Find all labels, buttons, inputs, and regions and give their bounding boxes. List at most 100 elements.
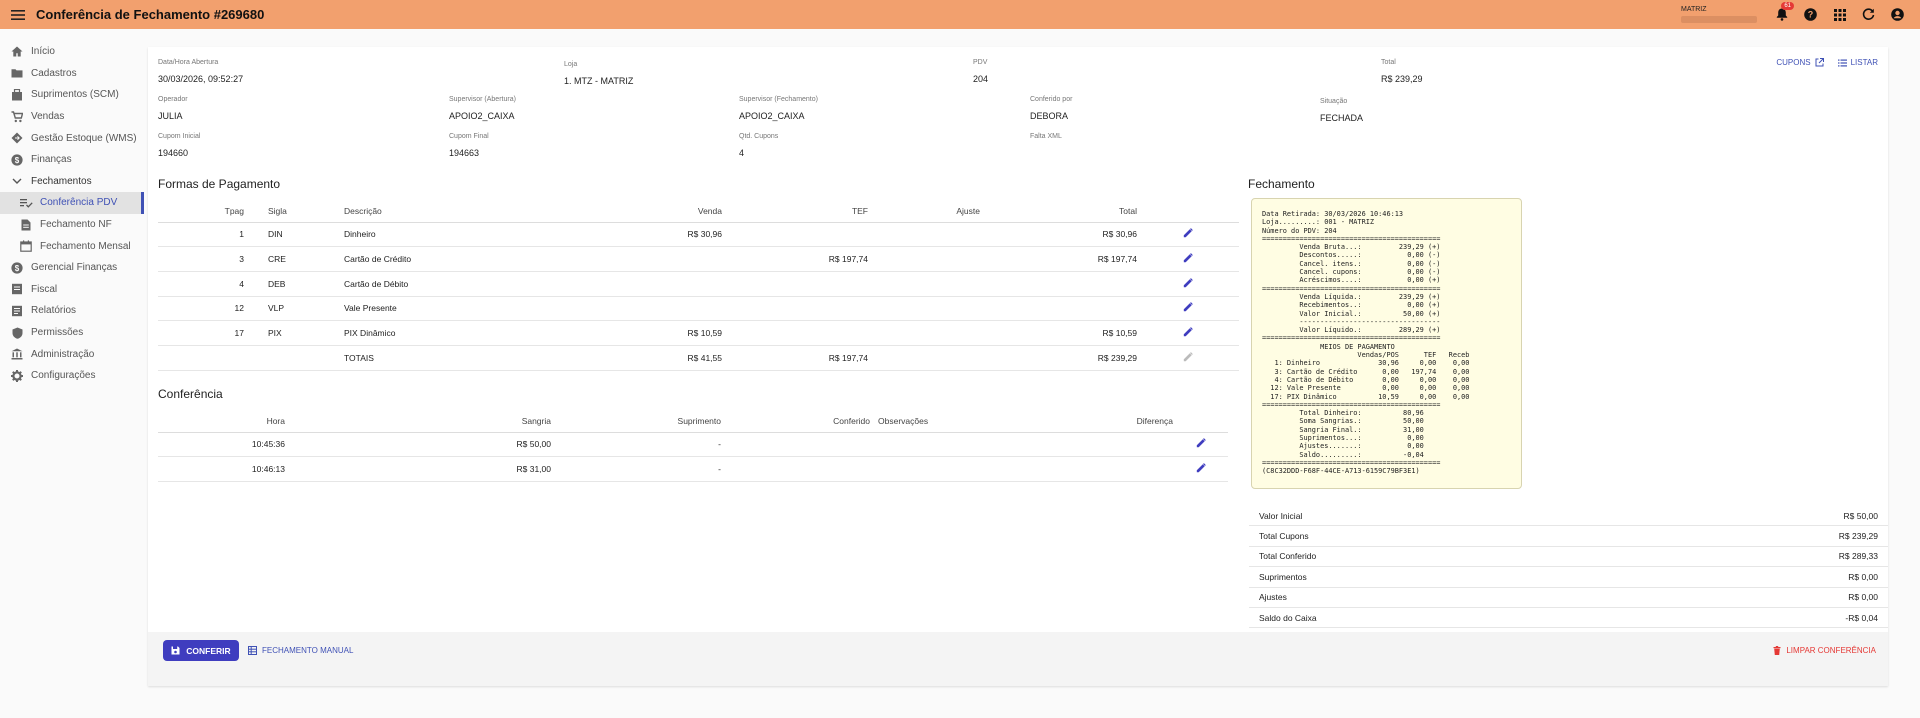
situacao-label: Situação [1320, 98, 1348, 105]
cell-tef [722, 320, 868, 346]
sidebar-item-suprimentos[interactable]: Suprimentos (SCM) [0, 84, 144, 106]
total-label: Total [1381, 59, 1396, 66]
summary-row: Saldo do Caixa -R$ 0,04 [1249, 608, 1888, 629]
store-selector[interactable]: MATRIZ [1681, 6, 1757, 23]
table-row: 12 VLP Vale Presente [158, 296, 1239, 322]
top-app-bar: Conferência de Fechamento #269680 MATRIZ… [0, 0, 1920, 29]
cell-ajuste [868, 271, 980, 297]
sidebar-item-label: Vendas [31, 111, 65, 123]
table-row: 17 PIX PIX Dinâmico R$ 10,59 R$ 10,59 [158, 320, 1239, 346]
cell-tef: R$ 197,74 [722, 246, 868, 272]
sidebar-item-label: Fechamentos [31, 175, 92, 187]
sidebar-item-permissoes[interactable]: Permissões [0, 322, 144, 344]
cupom-inicial-value: 194660 [158, 148, 189, 158]
sup-abertura-value: APOIO2_CAIXA [449, 111, 515, 121]
sidebar-item-cadastros[interactable]: Cadastros [0, 63, 144, 85]
sidebar-item-conferencia-pdv[interactable]: Conferência PDV [0, 192, 144, 214]
store-name: MATRIZ [1681, 6, 1707, 13]
edit-button[interactable] [1173, 432, 1228, 458]
notification-badge: 61 [1781, 2, 1794, 10]
table-icon [248, 646, 257, 655]
table-row: 10:46:13 R$ 31,00- [158, 456, 1228, 482]
cell-venda [562, 271, 722, 297]
edit-button[interactable] [1137, 246, 1239, 272]
col-conferido: Conferido [721, 410, 870, 433]
notifications-button[interactable]: 61 [1767, 0, 1796, 29]
sidebar-item-fiscal[interactable]: Fiscal [0, 279, 144, 301]
totais-tef: R$ 197,74 [722, 345, 868, 371]
edit-button-disabled [1137, 345, 1239, 371]
fechamento-manual-button[interactable]: FECHAMENTO MANUAL [248, 640, 353, 661]
edit-button[interactable] [1137, 271, 1239, 297]
gear-icon [10, 369, 24, 383]
sidebar-item-label: Relatórios [31, 305, 77, 317]
sidebar-item-label: Fechamento Mensal [40, 240, 131, 252]
help-button[interactable]: ? [1796, 0, 1825, 29]
menu-icon[interactable] [2, 0, 34, 29]
cupom-inicial-label: Cupom Inicial [158, 133, 201, 140]
apps-button[interactable] [1825, 0, 1854, 29]
cell-sigla: DIN [244, 222, 344, 248]
table-row: 1 DIN Dinheiro R$ 30,96 R$ 30,96 [158, 222, 1239, 248]
edit-button[interactable] [1137, 320, 1239, 346]
falta-xml-label: Falta XML [1030, 133, 1062, 140]
sidebar-item-relatorios[interactable]: Relatórios [0, 300, 144, 322]
cell-venda [562, 296, 722, 322]
refresh-icon [1862, 8, 1875, 20]
col-ajuste: Ajuste [868, 200, 980, 223]
totais-label: TOTAIS [344, 345, 562, 371]
summary-value: R$ 239,29 [1838, 531, 1878, 542]
cupons-link[interactable]: CUPONS [1776, 58, 1824, 67]
account-button[interactable] [1883, 0, 1912, 29]
col-tpag: Tpag [158, 200, 244, 223]
edit-button[interactable] [1137, 296, 1239, 322]
cart-icon [10, 110, 24, 124]
cell-sigla: CRE [244, 246, 344, 272]
cell-tpag: 17 [158, 320, 244, 346]
cell-tef [722, 271, 868, 297]
refresh-button[interactable] [1854, 0, 1883, 29]
cell-diferenca [1085, 432, 1173, 458]
sidebar-item-label: Permissões [31, 327, 84, 339]
pdv-value: 204 [973, 74, 989, 84]
edit-button[interactable] [1173, 456, 1228, 482]
sidebar-item-configuracoes[interactable]: Configurações [0, 365, 144, 387]
sidebar-item-fechamento-nf[interactable]: Fechamento NF [0, 214, 144, 236]
edit-button[interactable] [1137, 222, 1239, 248]
sup-fechamento-label: Supervisor (Fechamento) [739, 96, 818, 103]
cell-descricao: Cartão de Débito [344, 271, 562, 297]
qtd-cupons-value: 4 [739, 148, 745, 158]
cell-sangria: R$ 31,00 [285, 456, 551, 482]
col-observacoes: Observações [870, 410, 1085, 433]
edit-pencil-icon [1196, 463, 1206, 473]
sidebar-item-gerencial-financas[interactable]: $ Gerencial Finanças [0, 257, 144, 279]
table-header-row: Hora Sangria Suprimento Conferido Observ… [158, 410, 1228, 433]
sidebar-item-financas[interactable]: $ Finanças [0, 149, 144, 171]
sidebar-item-label: Gerencial Finanças [31, 262, 118, 274]
conferir-label: CONFERIR [186, 645, 231, 656]
summary-value: R$ 289,33 [1838, 551, 1878, 562]
edit-pencil-icon [1183, 277, 1193, 287]
limpar-conferencia-button[interactable]: LIMPAR CONFERÊNCIA [1773, 640, 1876, 661]
conferir-button[interactable]: CONFERIR [163, 640, 239, 661]
sidebar-item-gestao-estoque[interactable]: Gestão Estoque (WMS) [0, 127, 144, 149]
bank-icon [10, 347, 24, 361]
abertura-label: Data/Hora Abertura [158, 59, 219, 66]
sidebar-item-vendas[interactable]: Vendas [0, 106, 144, 128]
sidebar-item-administracao[interactable]: Administração [0, 343, 144, 365]
sidebar-item-fechamentos[interactable]: Fechamentos [0, 171, 144, 193]
summary-row: Ajustes R$ 0,00 [1249, 588, 1888, 608]
sidebar-item-inicio[interactable]: Início [0, 41, 144, 63]
cell-conferido [721, 456, 870, 482]
calendar-icon [19, 239, 33, 253]
edit-pencil-icon [1183, 253, 1193, 263]
sidebar-item-fechamento-mensal[interactable]: Fechamento Mensal [0, 235, 144, 257]
edit-pencil-icon [1183, 228, 1193, 238]
table-row: 4 DEB Cartão de Débito [158, 271, 1239, 297]
account-circle-icon [1891, 8, 1904, 21]
cell-total [980, 271, 1137, 297]
fechamento-manual-label: FECHAMENTO MANUAL [262, 646, 354, 655]
cell-total: R$ 30,96 [980, 222, 1137, 248]
listar-link[interactable]: LISTAR [1837, 58, 1878, 67]
summary-row: Total Cupons R$ 239,29 [1249, 526, 1888, 547]
